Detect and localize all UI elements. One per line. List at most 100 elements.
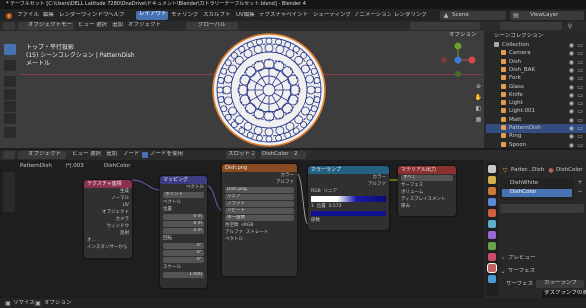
material-output-node[interactable]: マテリアル出力 すべて サーフェス ボリューム ディスプレイスメント 厚み (398, 166, 456, 216)
particles-tab-icon[interactable] (488, 253, 496, 261)
tab-animation[interactable]: アニメーション (354, 12, 391, 19)
viewport-shading-buttons[interactable] (410, 22, 480, 30)
texture-tab-icon[interactable] (488, 275, 496, 283)
node-menu-select[interactable]: 選択 (90, 151, 104, 158)
material-tab-icon[interactable] (487, 263, 497, 273)
surface-expand-icon[interactable]: ⌄ (500, 267, 506, 275)
mapping-loc-y[interactable]: 0 m (163, 221, 204, 227)
slot-item-dishcolor[interactable]: DishColor (502, 189, 572, 197)
tab-uv[interactable]: UV編集 (236, 12, 256, 19)
object-type-icon (501, 141, 506, 147)
menu-render[interactable]: レンダー (59, 12, 81, 19)
object-tab-icon[interactable] (488, 231, 496, 239)
ramp-stop-color[interactable] (311, 211, 386, 216)
image-alpha-row[interactable]: アルファ ストレート (222, 229, 297, 236)
move-tool-icon[interactable] (4, 76, 16, 87)
scene-icon: ▲ (443, 12, 449, 19)
mapping-type-dropdown[interactable]: ポイント (163, 192, 204, 198)
world-tab-icon[interactable] (488, 220, 496, 228)
camera-view-icon[interactable]: ◧ (474, 104, 483, 113)
material-icon: ● (548, 167, 554, 174)
texcoord-node[interactable]: テクスチャ座標 生成 ノーマル UV オブジェクト カメラ ウィンドウ 反射 オ… (84, 180, 132, 258)
viewport-menu-add[interactable]: 追加 (112, 22, 126, 29)
preview-section-label[interactable]: プレビュー (508, 255, 558, 262)
menu-file[interactable]: ファイル (17, 12, 43, 19)
mapping-rot-y[interactable]: 0° (163, 250, 204, 256)
surface-section-label[interactable]: サーフェス (508, 268, 558, 275)
output-tab-icon[interactable] (488, 187, 496, 195)
texcoord-object-field[interactable]: オ... (84, 237, 132, 244)
tab-rendering[interactable]: レンダリング (394, 12, 428, 19)
scene-tab-icon[interactable] (488, 209, 496, 217)
ramp-gradient[interactable] (311, 196, 386, 202)
tab-sculpt[interactable]: スカルプト (203, 12, 233, 19)
mapping-loc-z[interactable]: 0 m (163, 228, 204, 234)
image-node-title: Dish.png (222, 164, 297, 172)
node-menu-view[interactable]: ビュー (72, 151, 88, 158)
grid-view-icon[interactable]: ▦ (474, 115, 483, 124)
texcoord-from-instancer[interactable]: インスタンサーから (84, 244, 132, 251)
output-target-dropdown[interactable]: すべて (401, 175, 453, 181)
tab-modeling[interactable]: モデリング (171, 12, 201, 19)
viewport-menu-select[interactable]: 選択 (96, 22, 110, 29)
tab-texture-paint[interactable]: テクスチャペイント (259, 12, 310, 19)
image-colorspace-row[interactable]: 色空間 sRGB (222, 222, 297, 229)
blender-logo-icon[interactable]: ◉ (4, 10, 14, 20)
render-camera-icon[interactable]: ▭ (577, 141, 583, 150)
tab-shading[interactable]: シェーディング (313, 12, 351, 19)
ramp-stop-row[interactable]: 1 位置 0.573 (308, 203, 389, 210)
slot-label: スロット 2 (228, 151, 254, 157)
editor-type-button[interactable] (3, 22, 15, 30)
object-type-icon (501, 125, 506, 130)
zoom-icon[interactable]: ⊕ (474, 82, 483, 91)
remove-slot-icon[interactable]: − (576, 187, 584, 195)
slot-item-dishwhite[interactable]: DishWhite (502, 180, 572, 188)
image-projection-dropdown[interactable]: フラット (225, 201, 294, 207)
select-tool-icon[interactable] (4, 44, 16, 55)
mapping-rot-x[interactable]: 0° (163, 243, 204, 249)
image-texture-node[interactable]: Dish.png カラー アルファ Dish.png リニア フラット リピート… (222, 164, 297, 276)
filter-icon[interactable]: ⚲ (566, 22, 574, 30)
render-tab-icon[interactable] (488, 176, 496, 184)
menu-window[interactable]: ウィンドウ (81, 12, 108, 19)
modifier-tab-icon[interactable] (488, 242, 496, 250)
tab-layout[interactable]: レイアウト (136, 11, 168, 20)
pan-icon[interactable]: ✋ (474, 93, 483, 102)
tool-tab-icon[interactable] (488, 165, 496, 173)
object-type-icon (501, 116, 506, 122)
viewport-menu-view[interactable]: ビュー (78, 22, 94, 29)
mapping-scale-x[interactable]: 1.000 (163, 272, 204, 278)
use-nodes-checkbox[interactable] (142, 152, 148, 158)
cursor-tool-icon[interactable] (4, 60, 16, 71)
outliner-item[interactable]: Spoon ◉ ▭ (486, 141, 586, 150)
outliner-search-input[interactable] (500, 22, 562, 30)
menu-edit[interactable]: 編集 (43, 12, 59, 19)
annotate-tool-icon[interactable] (4, 127, 16, 138)
color-ramp-node[interactable]: カラーランプ カラー アルファ RGB リニア 1 位置 0.573 係数 (308, 166, 389, 230)
visibility-eye-icon[interactable]: ◉ (569, 141, 574, 150)
ramp-mode-row[interactable]: RGB リニア (308, 188, 389, 195)
mapping-rot-z[interactable]: 0° (163, 257, 204, 263)
image-source-dropdown[interactable]: 単一画像 (225, 215, 294, 221)
texcoord-out-camera: カメラ (115, 217, 130, 222)
viewport-menu-object[interactable]: オブジェクト (128, 22, 162, 29)
node-menu-node[interactable]: ノード (123, 151, 139, 158)
navigation-gizmo[interactable] (440, 42, 476, 78)
image-extension-dropdown[interactable]: リピート (225, 208, 294, 214)
image-datablock[interactable]: Dish.png (225, 187, 294, 193)
mapping-node[interactable]: マッピング ベクトル ポイント ベクトル 位置 0 m 0 m 0 m 回転 0… (160, 176, 207, 288)
view-layer-tab-icon[interactable] (488, 198, 496, 206)
node-editor-type-button[interactable] (3, 151, 15, 159)
image-interpolation-dropdown[interactable]: リニア (225, 194, 294, 200)
transform-tool-icon[interactable] (4, 113, 16, 124)
preview-expand-icon[interactable]: › (500, 254, 506, 262)
rotate-tool-icon[interactable] (4, 89, 16, 100)
pattern-dish-object[interactable] (212, 33, 326, 147)
outliner-item-label: Glass (509, 83, 524, 90)
add-slot-icon[interactable]: + (576, 178, 584, 186)
mapping-loc-x[interactable]: 0 m (163, 214, 204, 220)
scale-tool-icon[interactable] (4, 101, 16, 112)
node-menu-add[interactable]: 追加 (106, 151, 120, 158)
menu-help[interactable]: ヘルプ (108, 12, 130, 19)
material-datablock-row[interactable] (500, 204, 584, 213)
